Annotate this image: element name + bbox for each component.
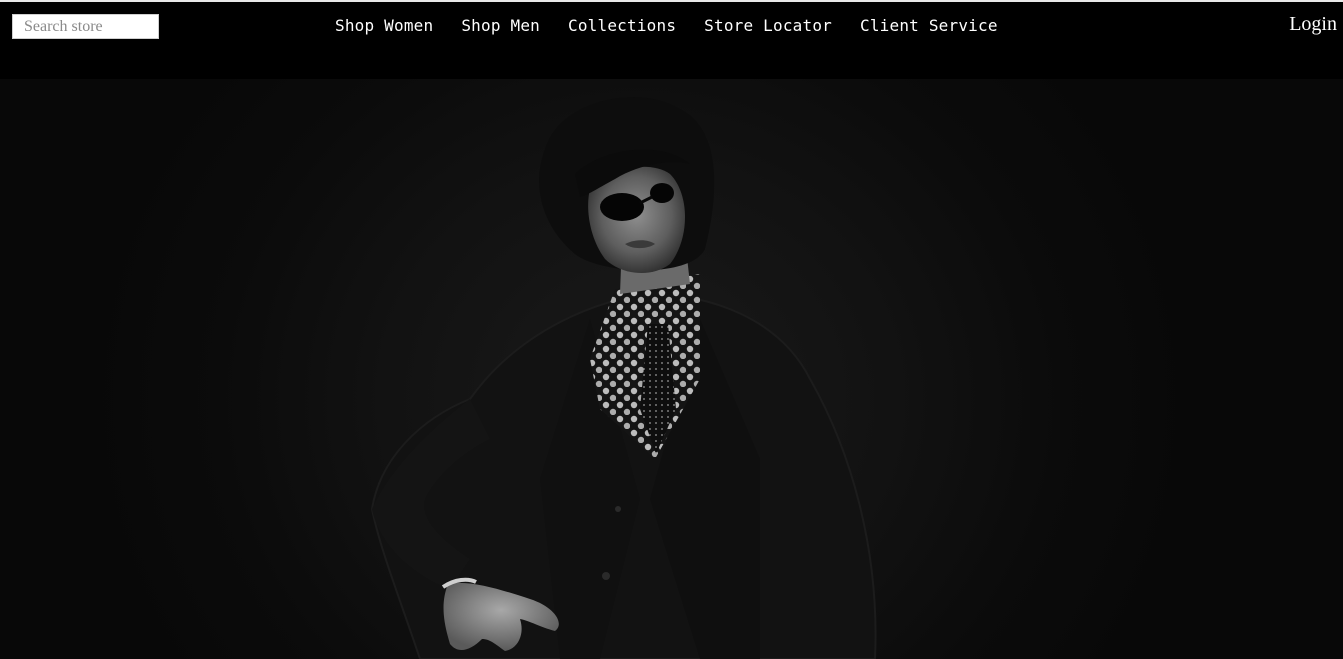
site-header: Shop Women Shop Men Collections Store Lo… — [0, 2, 1343, 79]
nav-shop-men[interactable]: Shop Men — [461, 16, 540, 35]
nav-collections[interactable]: Collections — [568, 16, 676, 35]
nav-client-service[interactable]: Client Service — [860, 16, 998, 35]
nav-store-locator[interactable]: Store Locator — [704, 16, 832, 35]
hero-photo-model — [370, 97, 877, 659]
hero-banner — [0, 79, 1343, 659]
search-input[interactable] — [12, 14, 159, 39]
login-link[interactable]: Login — [1289, 13, 1337, 36]
main-nav: Shop Women Shop Men Collections Store Lo… — [335, 16, 1026, 35]
page: Shop Women Shop Men Collections Store Lo… — [0, 0, 1343, 659]
nav-shop-women[interactable]: Shop Women — [335, 16, 433, 35]
